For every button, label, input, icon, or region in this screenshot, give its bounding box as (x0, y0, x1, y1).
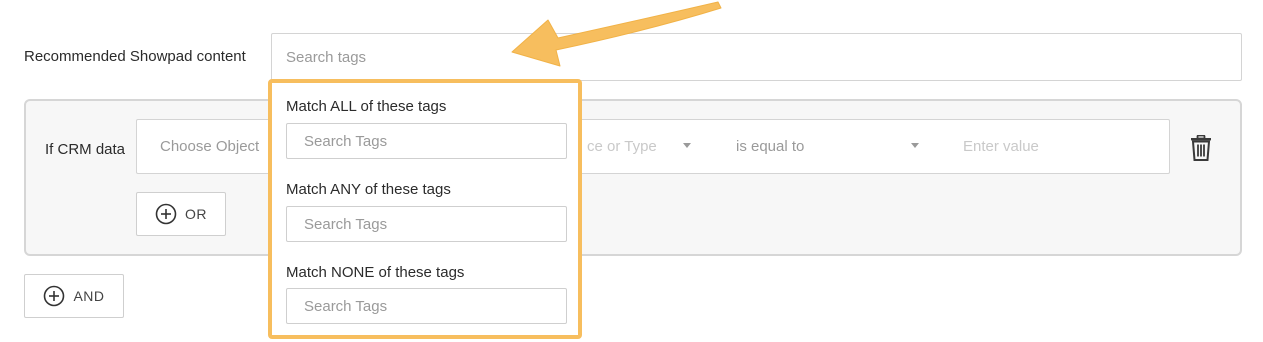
tag-match-dropdown: Match ALL of these tags Match ANY of the… (268, 79, 582, 339)
value-input[interactable]: Enter value (963, 120, 1039, 173)
match-none-heading: Match NONE of these tags (286, 264, 465, 281)
plus-circle-icon (44, 285, 65, 307)
add-and-button[interactable]: AND (24, 274, 124, 318)
match-any-heading: Match ANY of these tags (286, 181, 451, 198)
operator-select[interactable]: is equal to (736, 120, 804, 173)
field-type-select[interactable]: ce or Type (587, 120, 657, 173)
trash-icon[interactable] (1190, 135, 1212, 161)
match-any-search-input[interactable] (286, 206, 567, 242)
search-tags-input[interactable] (271, 33, 1242, 81)
match-none-search-input[interactable] (286, 288, 567, 324)
chevron-down-icon[interactable] (911, 143, 919, 148)
chevron-down-icon[interactable] (683, 143, 691, 148)
plus-circle-icon (155, 203, 177, 225)
choose-object-select[interactable]: Choose Object (160, 120, 259, 173)
and-label: AND (73, 288, 105, 304)
crm-data-label: If CRM data (45, 141, 126, 158)
recommended-content-label: Recommended Showpad content (24, 48, 246, 65)
crm-condition-panel: If CRM data Choose Object ce or Type is … (24, 99, 1242, 256)
rule-editor: Recommended Showpad content If CRM data … (0, 0, 1263, 342)
match-all-heading: Match ALL of these tags (286, 98, 447, 115)
add-or-button[interactable]: OR (136, 192, 226, 236)
match-all-search-input[interactable] (286, 123, 567, 159)
or-label: OR (185, 206, 207, 222)
